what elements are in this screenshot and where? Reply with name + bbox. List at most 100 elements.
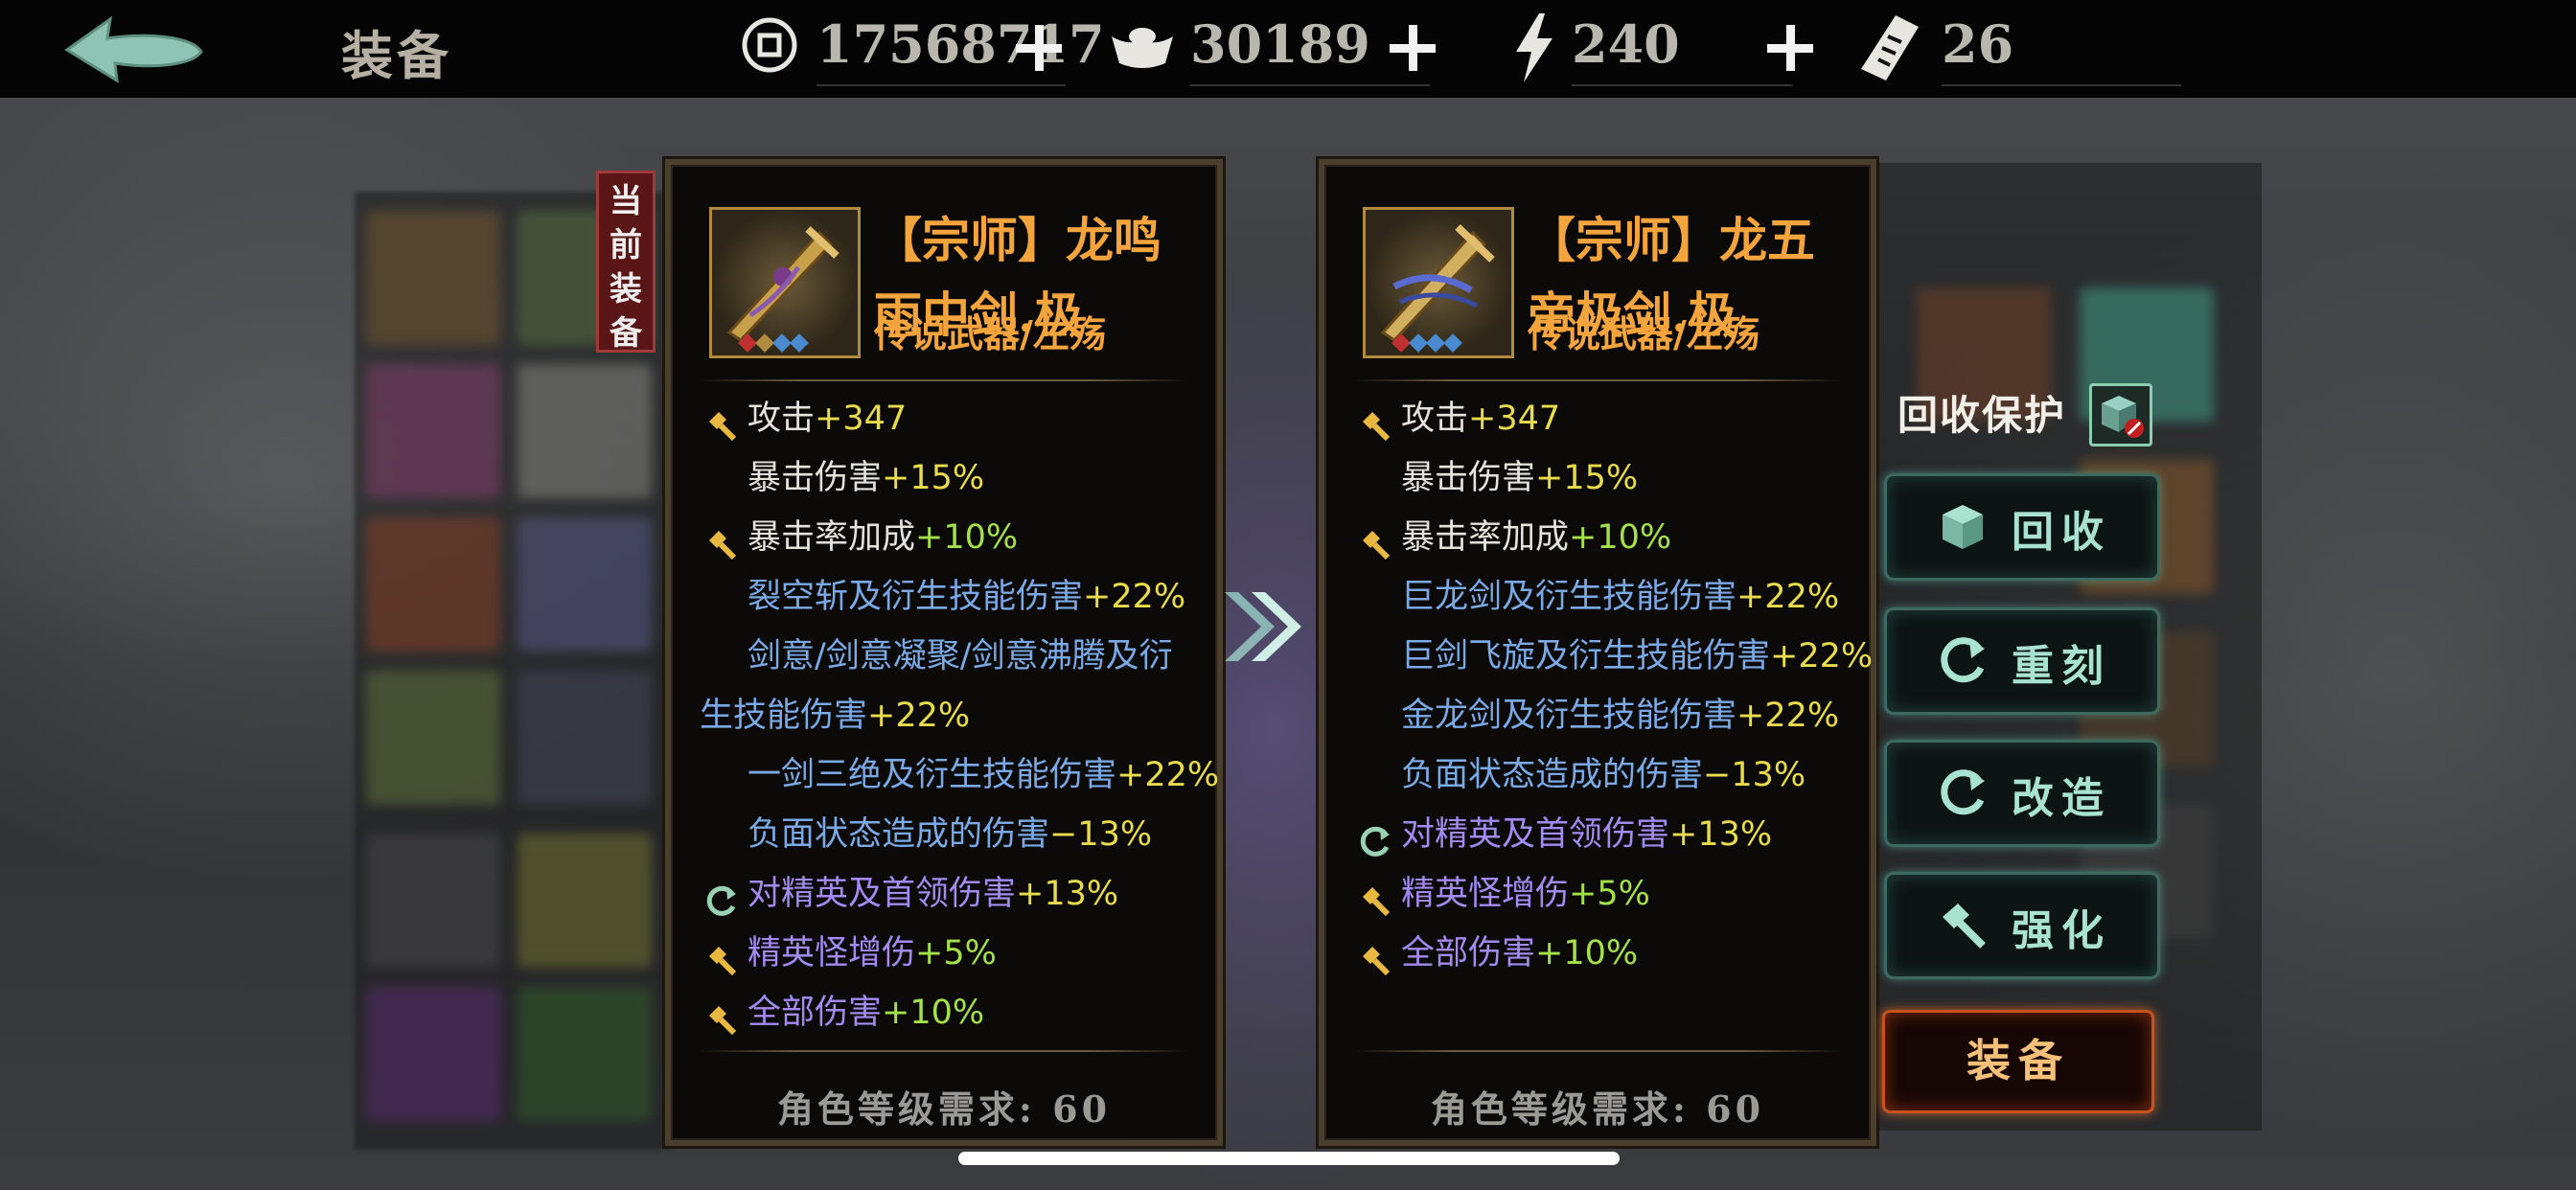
current-item-card: 【宗师】龙鸣雨中剑.极 传说武器/左殇 攻击+347 暴击伤害+15% 暴击率加成+… <box>665 159 1223 1146</box>
stat-text: 暴击率加成 <box>1401 518 1570 557</box>
stat-row: 负面状态造成的伤害−13% <box>671 805 1217 864</box>
inventory-slot[interactable] <box>366 834 500 968</box>
stat-row: 生技能伤害+22% <box>671 686 1217 745</box>
inventory-slot[interactable] <box>366 211 500 345</box>
talisman-amount: 26 <box>1942 13 2014 75</box>
stat-bonus: +5% <box>1569 875 1650 913</box>
top-bar: 装备 17568717 30189 240 26 <box>0 0 2576 98</box>
compare-arrow-icon <box>1225 592 1301 661</box>
recycle-button[interactable]: 回收 <box>1884 473 2160 581</box>
stat-text: 攻击 <box>1401 400 1469 438</box>
inventory-slot[interactable] <box>518 517 652 652</box>
inventory-slot[interactable] <box>366 671 500 805</box>
weapon-thumbnail[interactable] <box>1363 207 1514 358</box>
stat-bonus: −13% <box>1703 756 1806 794</box>
new-item-card: 【宗师】龙五帝极剑.极 传说武器/左殇 攻击+347 暴击伤害+15% 暴击率加成+… <box>1319 159 1876 1146</box>
stat-bonus: +22% <box>1116 756 1220 794</box>
stat-row: 全部伤害+10% <box>1324 924 1871 983</box>
stat-text: 对精英及首领伤害 <box>748 875 1017 913</box>
stat-row: 暴击率加成+10% <box>671 508 1217 567</box>
stat-text: 暴击伤害 <box>1401 459 1536 497</box>
stat-row: 精英怪增伤+5% <box>671 924 1217 983</box>
refresh-icon <box>1941 637 1985 683</box>
stat-row: 一剑三绝及衍生技能伤害+22% <box>671 745 1220 805</box>
refresh-icon <box>705 878 738 916</box>
add-energy-button[interactable] <box>1763 21 1817 75</box>
stat-text: 对精英及首领伤害 <box>1401 815 1670 854</box>
box-lock-icon <box>2102 396 2144 438</box>
current-equipped-badge: 当前装备 <box>596 171 656 353</box>
hammer-icon <box>705 521 738 561</box>
stat-text: 全部伤害 <box>748 994 883 1032</box>
inventory-slot[interactable] <box>518 364 652 498</box>
reforge-button-label: 重刻 <box>2012 642 2111 691</box>
back-arrow-icon[interactable] <box>58 11 211 88</box>
inventory-slot[interactable] <box>366 517 500 652</box>
stat-text: 剑意/剑意凝聚/剑意沸腾及衍 <box>748 637 1173 675</box>
stat-row: 剑意/剑意凝聚/剑意沸腾及衍 <box>671 627 1217 686</box>
stat-row: 攻击+347 <box>1324 389 1871 448</box>
refresh-icon <box>1359 818 1392 857</box>
stat-row: 对精英及首领伤害+13% <box>1324 805 1871 864</box>
stat-bonus: +22% <box>867 697 971 735</box>
stat-text: 精英怪增伤 <box>748 934 916 973</box>
stat-row: 裂空斩及衍生技能伤害+22% <box>671 567 1217 627</box>
enhance-button[interactable]: 强化 <box>1884 872 2160 979</box>
stat-bonus: +22% <box>1770 637 1874 675</box>
stat-bonus: −13% <box>1049 815 1153 854</box>
currency-talisman: 26 <box>1859 13 2185 86</box>
enhance-button-label: 强化 <box>2012 906 2111 955</box>
equip-button[interactable]: 装备 <box>1882 1010 2154 1113</box>
stat-row: 巨剑飞旋及衍生技能伤害+22% <box>1324 627 1874 686</box>
inventory-slot[interactable] <box>518 987 652 1121</box>
socket-gems <box>1392 333 1462 353</box>
stat-text: 攻击 <box>748 400 816 438</box>
hammer-icon <box>1943 904 1986 949</box>
silver-ingot-icon <box>1112 28 1173 68</box>
stat-bonus: +347 <box>815 400 908 438</box>
hammer-icon <box>705 996 738 1036</box>
recycle-protection-toggle[interactable] <box>2089 383 2152 446</box>
stat-text: 暴击伤害 <box>748 459 883 497</box>
stat-row: 巨龙剑及衍生技能伤害+22% <box>1324 567 1871 627</box>
stat-bonus: +22% <box>1083 578 1186 616</box>
refresh-icon <box>1941 769 1985 815</box>
inventory-slot[interactable] <box>518 834 652 968</box>
stat-text: 负面状态造成的伤害 <box>748 815 1050 854</box>
stat-bonus: +10% <box>1569 518 1672 557</box>
recycle-protection-label: 回收保护 <box>1898 392 2067 439</box>
stat-text: 全部伤害 <box>1401 934 1536 973</box>
weapon-thumbnail[interactable] <box>709 207 861 358</box>
inventory-slot[interactable] <box>366 364 500 498</box>
stat-list: 攻击+347 暴击伤害+15% 暴击率加成+10% 裂空斩及衍生技能伤害+22% 剑意/… <box>671 389 1220 1042</box>
stat-bonus: +15% <box>882 459 985 497</box>
stat-list: 攻击+347 暴击伤害+15% 暴击率加成+10% 巨龙剑及衍生技能伤害+22% 巨剑飞… <box>1324 389 1874 983</box>
inventory-slot[interactable] <box>366 987 500 1121</box>
add-silver-button[interactable] <box>1386 21 1439 75</box>
stat-text: 生技能伤害 <box>700 697 868 735</box>
inventory-slot[interactable] <box>518 671 652 805</box>
stat-text: 负面状态造成的伤害 <box>1401 756 1704 794</box>
stat-row: 金龙剑及衍生技能伤害+22% <box>1324 686 1871 745</box>
recycle-button-label: 回收 <box>2012 508 2111 557</box>
stat-bonus: +22% <box>1736 578 1840 616</box>
stat-bonus: +10% <box>915 518 1019 557</box>
stat-row: 对精英及首领伤害+13% <box>671 864 1217 924</box>
add-coin-button[interactable] <box>1012 21 1066 75</box>
modify-button[interactable]: 改造 <box>1884 740 2160 847</box>
stat-row: 暴击伤害+15% <box>1324 448 1871 508</box>
page-title: 装备 <box>341 25 452 86</box>
home-indicator[interactable] <box>958 1152 1620 1165</box>
stat-row: 暴击率加成+10% <box>1324 508 1871 567</box>
stat-text: 巨龙剑及衍生技能伤害 <box>1401 578 1737 616</box>
stat-bonus: +13% <box>1016 875 1119 913</box>
stat-row: 负面状态造成的伤害−13% <box>1324 745 1871 805</box>
stat-bonus: +15% <box>1535 459 1639 497</box>
stat-text: 暴击率加成 <box>748 518 916 557</box>
socket-gems <box>738 333 809 353</box>
stat-text: 裂空斩及衍生技能伤害 <box>748 578 1084 616</box>
hammer-icon <box>705 937 738 976</box>
sword-icon <box>726 226 840 342</box>
modify-button-label: 改造 <box>2012 774 2111 823</box>
reforge-button[interactable]: 重刻 <box>1884 607 2160 715</box>
